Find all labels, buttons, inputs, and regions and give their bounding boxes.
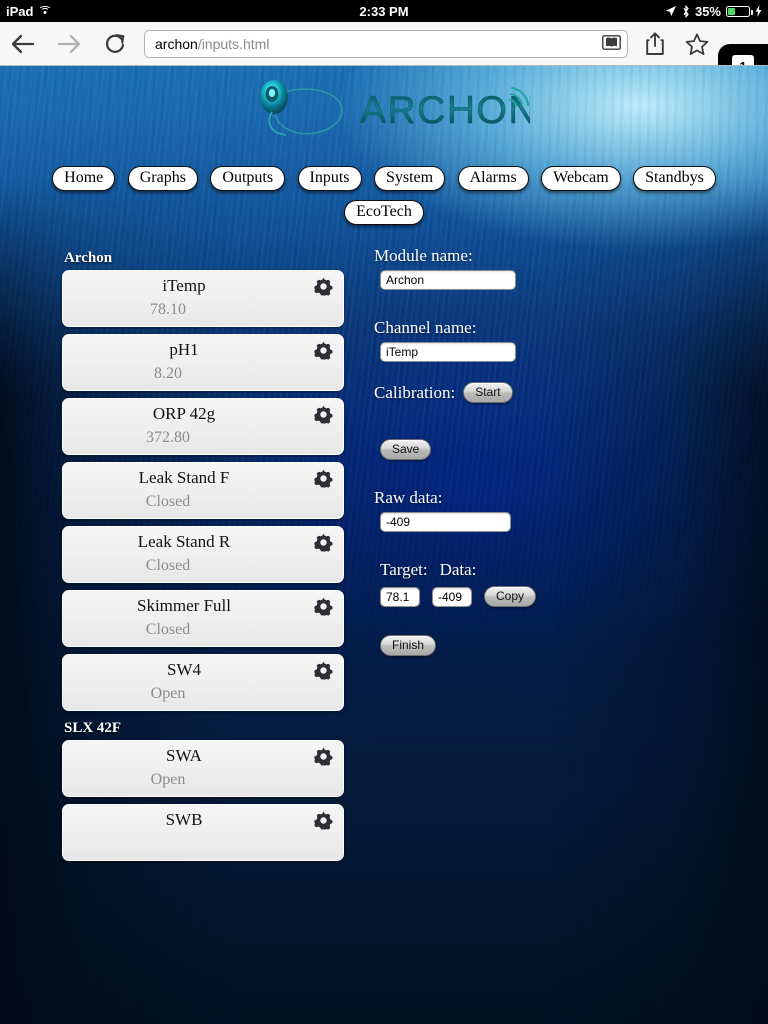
channel-item-leak-stand-r[interactable]: Leak Stand R Closed — [62, 526, 344, 583]
reload-icon — [106, 34, 125, 53]
channel-name: iTemp — [162, 276, 206, 295]
save-button[interactable]: Save — [380, 439, 432, 460]
group-header-archon: Archon — [64, 250, 113, 266]
channel-name: Skimmer Full — [137, 596, 231, 615]
reload-button[interactable] — [92, 22, 138, 66]
channel-item-skimmer-full[interactable]: Skimmer Full Closed — [62, 590, 344, 647]
raw-data-input[interactable] — [380, 512, 511, 532]
url-path: /inputs.html — [197, 36, 270, 52]
target-input[interactable] — [380, 586, 420, 607]
channel-item-sw4[interactable]: SW4 Open — [62, 654, 344, 711]
channel-value: 78.10 — [150, 301, 186, 318]
channel-value: 372.80 — [146, 429, 190, 446]
bluetooth-icon — [683, 4, 689, 18]
safari-toolbar: archon/inputs.html 1 — [0, 22, 768, 88]
data-input[interactable] — [432, 586, 472, 607]
battery-icon — [726, 5, 753, 17]
lightning-bolt-icon — [755, 5, 762, 17]
channel-item-itemp[interactable]: iTemp 78.10 — [62, 270, 344, 327]
channel-name-input[interactable] — [380, 342, 516, 362]
channel-name: Leak Stand F — [138, 468, 230, 487]
url-host: archon — [155, 36, 198, 52]
calibration-row: Calibration: Start — [374, 382, 674, 403]
gear-icon[interactable] — [314, 533, 333, 552]
gear-icon[interactable] — [314, 277, 333, 296]
channel-item-swb[interactable]: SWB — [62, 804, 344, 861]
main-content: Archon iTemp 78.10 pH1 8.20 ORP 42g 372.… — [0, 66, 768, 1024]
bookmark-star-icon — [685, 33, 709, 55]
data-label: Data: — [439, 560, 477, 579]
channel-name: SWA — [166, 746, 202, 765]
channel-name: Leak Stand R — [137, 532, 231, 551]
ios-status-bar: iPad 2:33 PM 35% — [0, 0, 768, 22]
channel-value: Open — [150, 771, 186, 788]
channel-item-swa[interactable]: SWA Open — [62, 740, 344, 797]
channel-value: Closed — [145, 557, 191, 574]
reader-view-icon[interactable] — [602, 35, 621, 53]
channel-value: Closed — [145, 493, 191, 510]
channel-name: SW4 — [167, 660, 201, 679]
gear-icon[interactable] — [314, 405, 333, 424]
module-name-input[interactable] — [380, 270, 516, 290]
back-arrow-icon — [11, 34, 35, 54]
share-icon — [646, 32, 664, 55]
gear-icon[interactable] — [314, 811, 333, 830]
start-calibration-button[interactable]: Start — [463, 382, 513, 403]
finish-button[interactable]: Finish — [380, 635, 437, 656]
channel-item-leak-stand-f[interactable]: Leak Stand F Closed — [62, 462, 344, 519]
channel-list: Archon iTemp 78.10 pH1 8.20 ORP 42g 372.… — [62, 248, 344, 868]
gear-icon[interactable] — [314, 747, 333, 766]
gear-icon[interactable] — [314, 341, 333, 360]
channel-name-label: Channel name: — [374, 318, 477, 337]
target-label: Target: — [380, 560, 428, 579]
back-button[interactable] — [0, 22, 46, 66]
channel-config-form: Module name: Channel name: Calibration: … — [374, 246, 674, 656]
forward-arrow-icon — [57, 34, 81, 54]
gear-icon[interactable] — [314, 661, 333, 680]
channel-item-orp-42g[interactable]: ORP 42g 372.80 — [62, 398, 344, 455]
forward-button[interactable] — [46, 22, 92, 66]
calibration-label: Calibration: — [374, 382, 456, 402]
gear-icon[interactable] — [314, 597, 333, 616]
status-bar-clock: 2:33 PM — [359, 3, 409, 19]
url-text: archon/inputs.html — [155, 36, 602, 52]
status-bar-right: 35% — [665, 4, 762, 19]
raw-data-label: Raw data: — [374, 488, 443, 507]
channel-value: Open — [150, 685, 186, 702]
channel-value: Closed — [145, 621, 191, 638]
address-bar[interactable]: archon/inputs.html — [144, 30, 628, 58]
battery-percent: 35% — [694, 3, 721, 19]
bookmark-button[interactable] — [676, 22, 718, 66]
channel-item-ph1[interactable]: pH1 8.20 — [62, 334, 344, 391]
share-button[interactable] — [634, 22, 676, 66]
web-page-content: ARCHON Home Graphs Outputs Inputs System… — [0, 66, 768, 1024]
location-arrow-icon — [665, 6, 676, 16]
gear-icon[interactable] — [314, 469, 333, 488]
channel-name: ORP 42g — [152, 404, 216, 423]
channel-name: SWB — [165, 810, 203, 829]
group-header-slx-42f: SLX 42F — [64, 720, 122, 736]
channel-name: pH1 — [169, 340, 199, 359]
channel-value: 8.20 — [154, 365, 182, 382]
copy-button[interactable]: Copy — [484, 586, 537, 607]
module-name-label: Module name: — [374, 246, 473, 265]
target-data-inputs-row: Copy — [374, 586, 674, 607]
target-data-labels-row: Target: Data: — [374, 560, 674, 580]
